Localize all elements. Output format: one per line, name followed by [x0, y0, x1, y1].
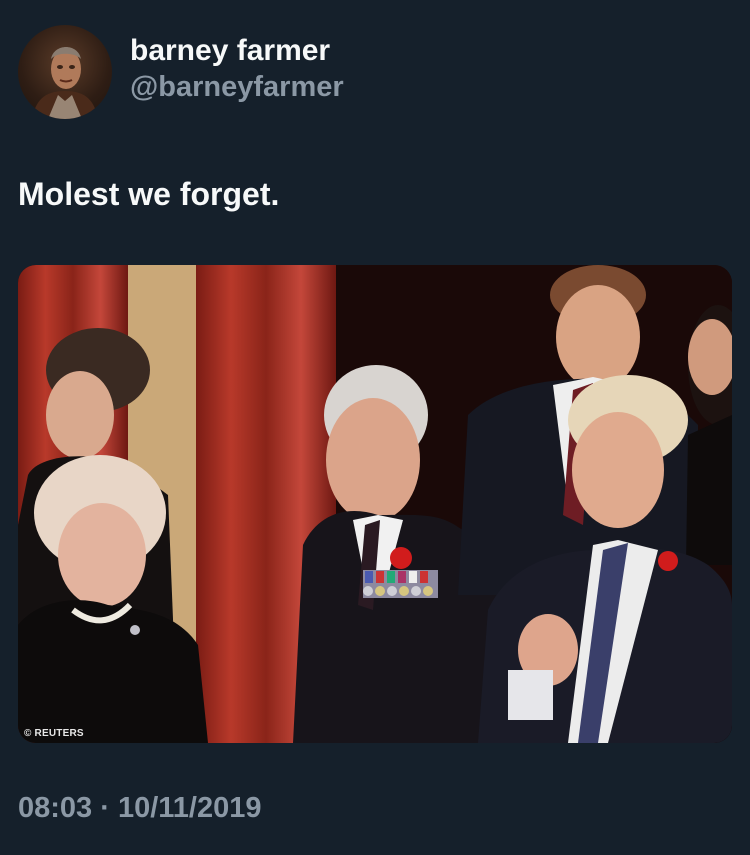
- avatar[interactable]: [18, 25, 112, 119]
- tweet-card: barney farmer @barneyfarmer Molest we fo…: [0, 0, 750, 855]
- photo-illustration: [18, 265, 732, 743]
- avatar-portrait: [32, 47, 98, 119]
- tweet-header: barney farmer @barneyfarmer: [18, 25, 344, 119]
- tweet-photo[interactable]: © REUTERS: [18, 265, 732, 743]
- author-display-name[interactable]: barney farmer: [130, 33, 344, 69]
- author-names: barney farmer @barneyfarmer: [130, 33, 344, 105]
- tweet-timestamp[interactable]: 08:03 · 10/11/2019: [18, 792, 261, 825]
- author-handle[interactable]: @barneyfarmer: [130, 69, 344, 105]
- tweet-text: Molest we forget.: [18, 176, 280, 212]
- photo-credit: © REUTERS: [24, 728, 84, 739]
